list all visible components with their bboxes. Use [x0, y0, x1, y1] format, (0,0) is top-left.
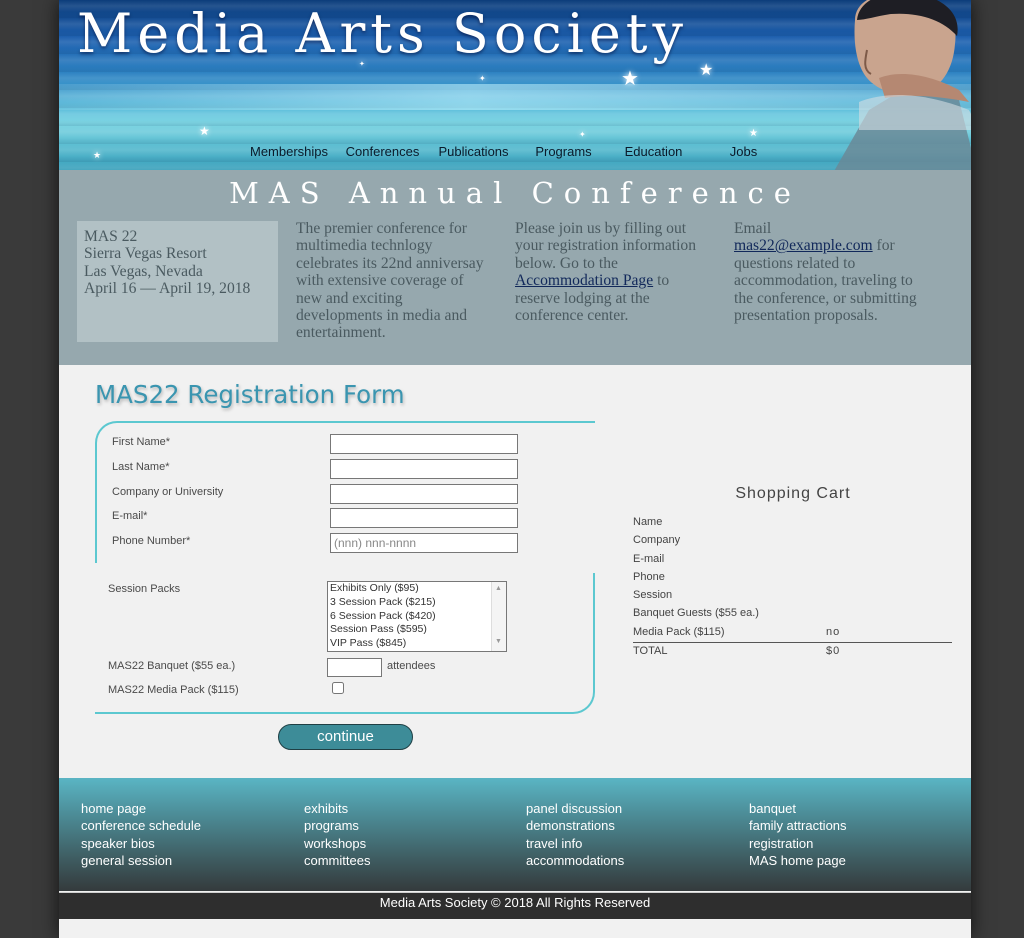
- cart-media-pack-label: Media Pack ($115): [633, 626, 725, 638]
- footer-link[interactable]: demonstrations: [526, 817, 624, 834]
- banquet-label: MAS22 Banquet ($55 ea.): [108, 660, 236, 672]
- session-scrollbar[interactable]: ▲ ▼: [491, 582, 506, 651]
- footer-link[interactable]: panel discussion: [526, 800, 624, 817]
- conference-description: The premier conference for multimedia te…: [296, 220, 484, 342]
- footer-link[interactable]: conference schedule: [81, 817, 201, 834]
- footer-column: banquet family attractions registration …: [749, 800, 847, 869]
- registration-note: Please join us by filling out your regis…: [515, 220, 711, 324]
- company-input[interactable]: [330, 484, 518, 504]
- footer-link[interactable]: home page: [81, 800, 201, 817]
- cart-row-label: Banquet Guests ($55 ea.): [633, 607, 759, 619]
- nav-programs[interactable]: Programs: [521, 144, 606, 164]
- star-icon: ★: [699, 62, 714, 79]
- footer-link[interactable]: programs: [304, 817, 370, 834]
- conference-intro: MAS Annual Conference MAS 22 Sierra Vega…: [59, 170, 971, 365]
- star-icon: ★: [199, 124, 210, 138]
- footer-link[interactable]: MAS home page: [749, 852, 847, 869]
- main-nav: Memberships Conferences Publications Pro…: [239, 144, 786, 164]
- footer-link[interactable]: travel info: [526, 835, 624, 852]
- page: ★ ★ ★ ★ ★ ✦ ✦ ✦ Media Arts Society Membe…: [59, 0, 971, 938]
- phone-input[interactable]: [330, 533, 518, 553]
- banquet-suffix: attendees: [387, 660, 436, 672]
- nav-publications[interactable]: Publications: [426, 144, 521, 164]
- copyright-text: Media Arts Society © 2018 All Rights Res…: [379, 895, 651, 910]
- site-header: ★ ★ ★ ★ ★ ✦ ✦ ✦ Media Arts Society Membe…: [59, 0, 971, 170]
- cart-total-value: $0: [826, 645, 841, 657]
- footer-link[interactable]: committees: [304, 852, 370, 869]
- session-option[interactable]: VIP Pass ($845): [328, 637, 506, 651]
- footer-link[interactable]: registration: [749, 835, 847, 852]
- star-icon: ★: [93, 150, 102, 160]
- event-name: MAS 22: [84, 228, 138, 245]
- banquet-attendees-input[interactable]: [327, 658, 382, 677]
- last-name-label: Last Name*: [112, 461, 170, 473]
- cart-row-label: Phone: [633, 571, 665, 583]
- conference-title: MAS Annual Conference: [229, 176, 801, 210]
- nav-education[interactable]: Education: [606, 144, 701, 164]
- registration-note-text: Please join us by filling out your regis…: [515, 220, 697, 272]
- session-packs-select[interactable]: Exhibits Only ($95) 3 Session Pack ($215…: [327, 581, 507, 652]
- copyright-bar: Media Arts Society © 2018 All Rights Res…: [59, 892, 971, 919]
- cart-row-label: E-mail: [633, 553, 665, 565]
- company-label: Company or University: [112, 486, 224, 498]
- session-option[interactable]: Exhibits Only ($95): [328, 582, 506, 596]
- continue-button[interactable]: continue: [278, 724, 413, 750]
- site-footer: home page conference schedule speaker bi…: [59, 778, 971, 891]
- cart-total-label: TOTAL: [633, 645, 668, 657]
- footer-link[interactable]: speaker bios: [81, 835, 201, 852]
- footer-link[interactable]: general session: [81, 852, 201, 869]
- scroll-down-icon[interactable]: ▼: [495, 638, 502, 645]
- session-option[interactable]: Session Pass ($595): [328, 623, 506, 637]
- footer-link[interactable]: exhibits: [304, 800, 370, 817]
- phone-label: Phone Number*: [112, 535, 191, 547]
- last-name-input[interactable]: [330, 459, 518, 479]
- session-packs-label: Session Packs: [108, 583, 181, 595]
- email-label: E-mail*: [112, 510, 148, 522]
- event-dates: April 16 — April 19, 2018: [84, 280, 251, 298]
- star-icon: ★: [749, 128, 758, 139]
- portrait-image: [834, 0, 971, 170]
- nav-jobs[interactable]: Jobs: [701, 144, 786, 164]
- footer-link[interactable]: family attractions: [749, 817, 847, 834]
- nav-conferences[interactable]: Conferences: [339, 144, 426, 164]
- footer-column: home page conference schedule speaker bi…: [81, 800, 201, 869]
- star-icon: ★: [621, 68, 639, 90]
- first-name-label: First Name*: [112, 436, 171, 448]
- session-option[interactable]: 6 Session Pack ($420): [328, 610, 506, 624]
- accommodation-page-link[interactable]: Accommodation Page: [515, 272, 653, 289]
- footer-link[interactable]: accommodations: [526, 852, 624, 869]
- cart-row-label: Name: [633, 516, 663, 528]
- footer-column: exhibits programs workshops committees: [304, 800, 370, 869]
- session-option[interactable]: 3 Session Pack ($215): [328, 596, 506, 610]
- first-name-input[interactable]: [330, 434, 518, 454]
- media-pack-checkbox[interactable]: [332, 682, 344, 694]
- star-icon: ✦: [479, 74, 486, 83]
- email-input[interactable]: [330, 508, 518, 528]
- contact-email-link[interactable]: mas22@example.com: [734, 237, 873, 254]
- cart-media-pack-value: no: [826, 626, 841, 638]
- footer-link[interactable]: workshops: [304, 835, 370, 852]
- site-title: Media Arts Society: [77, 2, 689, 65]
- event-venue: Sierra Vegas Resort: [84, 245, 207, 263]
- footer-column: panel discussion demonstrations travel i…: [526, 800, 624, 869]
- form-title: MAS22 Registration Form: [95, 380, 405, 409]
- scroll-up-icon[interactable]: ▲: [495, 585, 502, 592]
- contact-note-text: Email: [734, 220, 772, 237]
- cart-divider: [633, 642, 952, 643]
- cart-row-label: Company: [633, 534, 681, 546]
- cart-row-label: Session: [633, 589, 673, 601]
- footer-link[interactable]: banquet: [749, 800, 847, 817]
- event-info-box: MAS 22 Sierra Vegas Resort Las Vegas, Ne…: [77, 221, 278, 342]
- nav-memberships[interactable]: Memberships: [239, 144, 339, 164]
- contact-note: Email mas22@example.com for questions re…: [734, 220, 930, 324]
- star-icon: ✦: [579, 130, 586, 139]
- media-pack-label: MAS22 Media Pack ($115): [108, 684, 239, 696]
- cart-title: Shopping Cart: [735, 485, 851, 502]
- event-city: Las Vegas, Nevada: [84, 262, 203, 280]
